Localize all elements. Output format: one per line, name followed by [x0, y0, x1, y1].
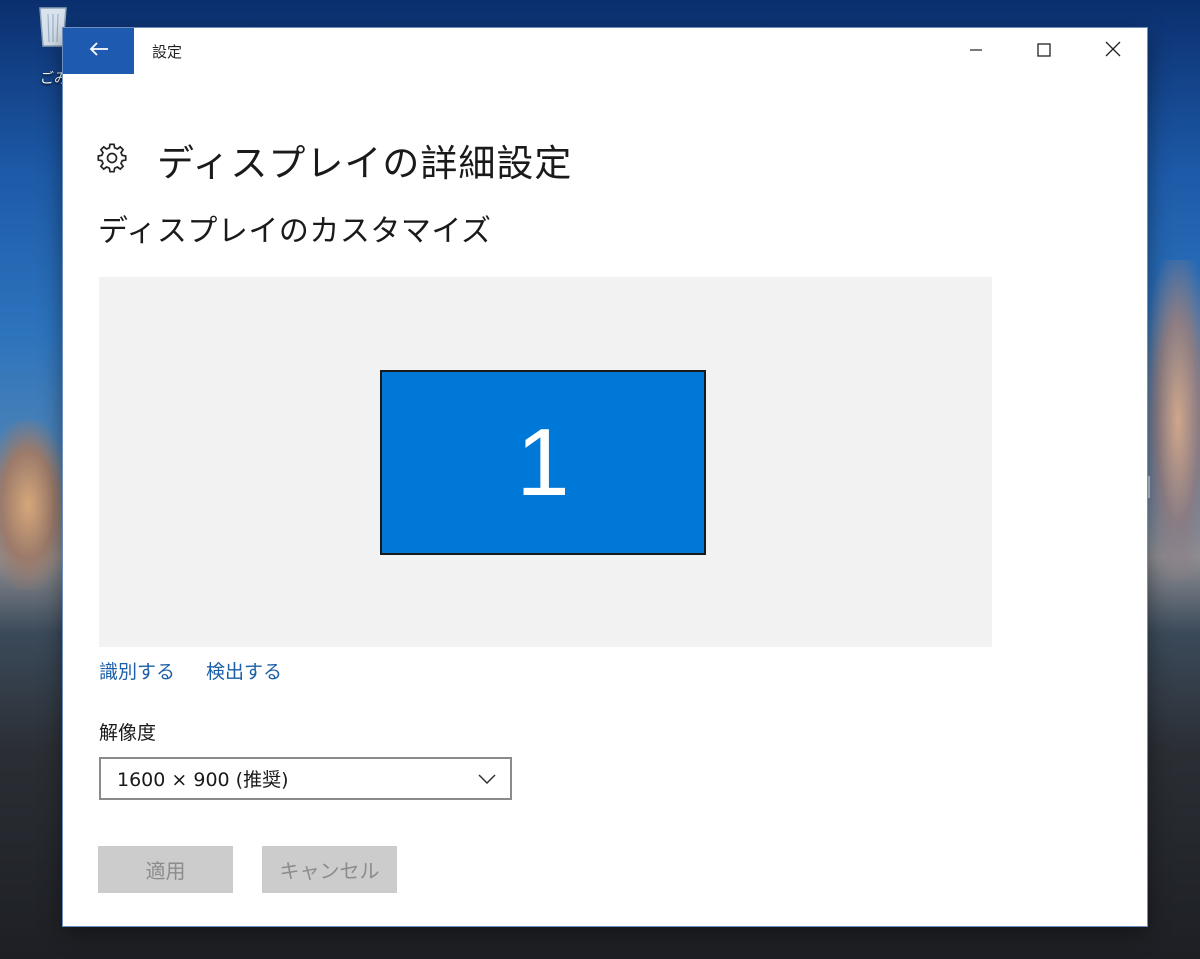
- gear-icon: [97, 143, 127, 177]
- back-button[interactable]: [63, 28, 134, 74]
- maximize-button[interactable]: [1011, 28, 1077, 74]
- section-title: ディスプレイのカスタマイズ: [98, 214, 492, 249]
- cancel-button[interactable]: キャンセル: [262, 846, 397, 893]
- back-arrow-icon: [89, 41, 109, 61]
- settings-window: 設定 ディスプレイの詳細設定 ディスプレイのカスタマイズ 1 識別する 検出する…: [63, 28, 1147, 926]
- title-bar[interactable]: 設定: [63, 28, 1147, 74]
- desktop-wallpaper-right: [1145, 260, 1200, 580]
- close-button[interactable]: [1080, 28, 1146, 74]
- display-links: 識別する 検出する: [99, 657, 313, 684]
- identify-link[interactable]: 識別する: [99, 657, 175, 684]
- window-title: 設定: [152, 43, 183, 61]
- minimize-button[interactable]: [943, 28, 1009, 74]
- chevron-down-icon: [478, 769, 496, 788]
- resolution-dropdown[interactable]: 1600 × 900 (推奨): [99, 757, 512, 800]
- detect-link[interactable]: 検出する: [206, 657, 282, 684]
- resolution-value: 1600 × 900 (推奨): [117, 769, 289, 791]
- maximize-icon: [1037, 42, 1051, 61]
- page-title: ディスプレイの詳細設定: [157, 141, 573, 185]
- page-header: ディスプレイの詳細設定: [97, 108, 572, 212]
- close-icon: [1105, 41, 1121, 61]
- display-arrangement-area[interactable]: 1: [99, 277, 992, 647]
- monitor-number: 1: [516, 408, 570, 516]
- minimize-icon: [969, 42, 983, 61]
- monitor-tile[interactable]: 1: [380, 370, 706, 555]
- resolution-label: 解像度: [99, 722, 157, 744]
- apply-button[interactable]: 適用: [98, 846, 233, 893]
- desktop-wallpaper: [0, 420, 70, 590]
